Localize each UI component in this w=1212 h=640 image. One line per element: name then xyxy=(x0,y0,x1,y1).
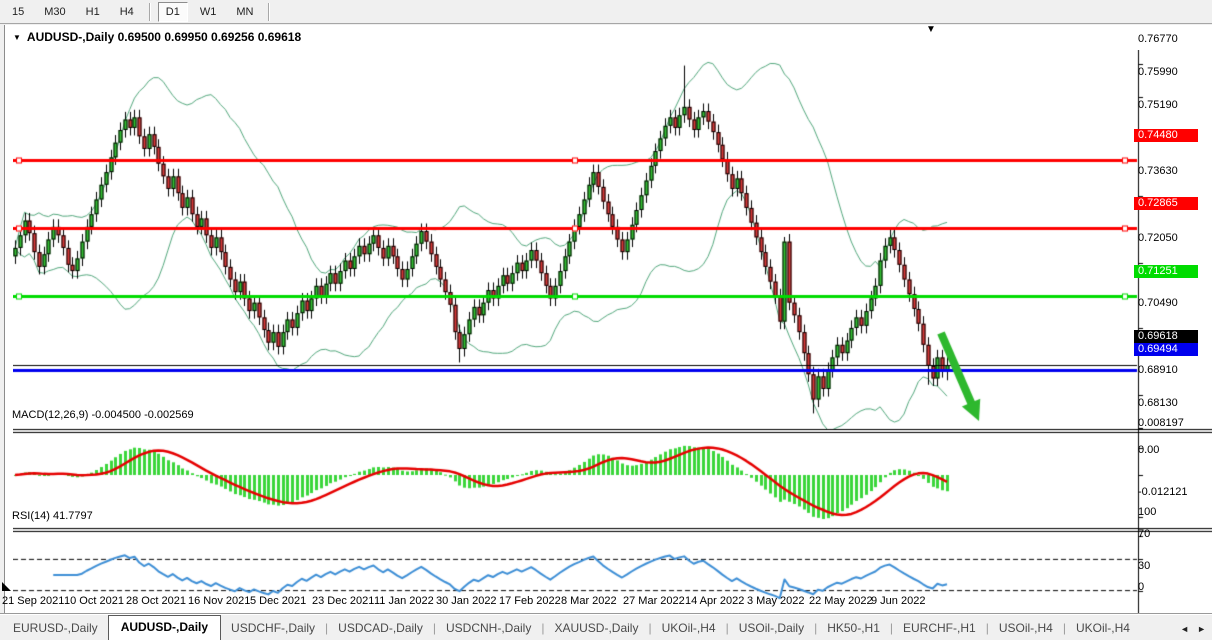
date-axis-label: 3 May 2022 xyxy=(747,595,804,607)
price-axis-tick: 0.75190 xyxy=(1138,99,1178,111)
price-level-label: 0.74480 xyxy=(1134,129,1198,142)
tab-scroll-right-icon[interactable]: ► xyxy=(1197,624,1206,634)
chart-tab-bar: EURUSD-,DailyAUDUSD-,DailyUSDCHF-,Daily|… xyxy=(0,613,1212,640)
rsi-axis-tick: 30 xyxy=(1138,560,1150,572)
macd-axis-tick: 0.008197 xyxy=(1138,417,1184,429)
toolbar-separator xyxy=(268,3,270,21)
date-axis-label: 22 May 2022 xyxy=(809,595,873,607)
timeframe-button-15[interactable]: 15 xyxy=(4,2,32,22)
rsi-axis-tick: 70 xyxy=(1138,528,1150,540)
mt4-terminal: { "toolbar": { "timeframes": [ {"label":… xyxy=(0,0,1212,640)
price-level-label: 0.71251 xyxy=(1134,265,1198,278)
price-axis-tick: 0.73630 xyxy=(1138,165,1178,177)
axis-corner-marker xyxy=(2,582,11,591)
symbol-dropdown-icon[interactable]: ▼ xyxy=(13,33,21,42)
chart-tab-audusd-daily[interactable]: AUDUSD-,Daily xyxy=(108,615,221,640)
date-axis-label: 23 Dec 2021 xyxy=(312,595,374,607)
date-axis-label: 8 Mar 2022 xyxy=(561,595,617,607)
macd-axis-tick: 0.00 xyxy=(1138,444,1159,456)
price-level-label: 0.72865 xyxy=(1134,197,1198,210)
chart-tab-ukoil-h4[interactable]: UKOil-,H4 xyxy=(1066,617,1140,640)
timeframe-button-w1[interactable]: W1 xyxy=(192,2,225,22)
chart-tab-usoil-h4[interactable]: USOil-,H4 xyxy=(989,617,1063,640)
chart-title-text: AUDUSD-,Daily 0.69500 0.69950 0.69256 0.… xyxy=(27,30,301,44)
timeframe-button-h1[interactable]: H1 xyxy=(78,2,108,22)
macd-indicator-label: MACD(12,26,9) -0.004500 -0.002569 xyxy=(12,409,194,421)
date-axis-label: 28 Oct 2021 xyxy=(126,595,186,607)
date-axis-label: 17 Feb 2022 xyxy=(499,595,561,607)
date-axis-label: 5 Dec 2021 xyxy=(250,595,306,607)
chart-tab-usdcnh-daily[interactable]: USDCNH-,Daily xyxy=(436,617,541,640)
price-axis-tick: 0.68130 xyxy=(1138,397,1178,409)
timeframe-button-mn[interactable]: MN xyxy=(228,2,261,22)
macd-axis-tick: -0.012121 xyxy=(1138,486,1188,498)
chart-shift-marker-icon[interactable]: ▼ xyxy=(926,24,936,35)
price-axis-tick: 0.75990 xyxy=(1138,66,1178,78)
chart-tab-xauusd-daily[interactable]: XAUUSD-,Daily xyxy=(544,617,648,640)
toolbar-separator xyxy=(149,3,151,21)
chart-tab-usoil-daily[interactable]: USOil-,Daily xyxy=(729,617,814,640)
chart-canvas[interactable] xyxy=(13,50,1212,637)
tab-scroll-left-icon[interactable]: ◄ xyxy=(1180,624,1189,634)
date-axis-label: 11 Jan 2022 xyxy=(374,595,434,607)
date-axis-label: 16 Nov 2021 xyxy=(188,595,250,607)
chart-tab-hk50-h1[interactable]: HK50-,H1 xyxy=(817,617,890,640)
timeframe-button-h4[interactable]: H4 xyxy=(112,2,142,22)
tab-scroll-buttons: ◄► xyxy=(1180,624,1206,640)
chart-window xyxy=(4,25,1212,613)
date-axis-label: 21 Sep 2021 xyxy=(2,595,64,607)
chart-tab-eurchf-h1[interactable]: EURCHF-,H1 xyxy=(893,617,986,640)
price-level-label: 0.69494 xyxy=(1134,343,1198,356)
price-axis-tick: 0.68910 xyxy=(1138,364,1178,376)
rsi-indicator-label: RSI(14) 41.7797 xyxy=(12,510,93,522)
date-axis-label: 14 Apr 2022 xyxy=(685,595,744,607)
timeframe-toolbar: 15M30H1H4 D1W1MN xyxy=(0,0,1212,24)
date-axis-label: 30 Jan 2022 xyxy=(436,595,497,607)
chart-tab-usdchf-daily[interactable]: USDCHF-,Daily xyxy=(221,617,325,640)
date-axis-label: 9 Jun 2022 xyxy=(871,595,925,607)
price-axis-tick: 0.76770 xyxy=(1138,33,1178,45)
chart-tab-usdcad-daily[interactable]: USDCAD-,Daily xyxy=(328,617,433,640)
timeframe-button-d1[interactable]: D1 xyxy=(158,2,188,22)
chart-title: ▼ AUDUSD-,Daily 0.69500 0.69950 0.69256 0… xyxy=(13,30,301,44)
price-axis-tick: 0.72050 xyxy=(1138,232,1178,244)
chart-tab-eurusd-daily[interactable]: EURUSD-,Daily xyxy=(3,617,108,640)
price-level-label: 0.69618 xyxy=(1134,330,1198,343)
price-axis-tick: 0.70490 xyxy=(1138,297,1178,309)
date-axis-label: 10 Oct 2021 xyxy=(64,595,124,607)
chart-tab-ukoil-h4[interactable]: UKOil-,H4 xyxy=(652,617,726,640)
timeframe-button-m30[interactable]: M30 xyxy=(36,2,73,22)
rsi-axis-tick: 100 xyxy=(1138,506,1156,518)
rsi-axis-tick: 0 xyxy=(1138,581,1144,593)
date-axis-label: 27 Mar 2022 xyxy=(623,595,685,607)
